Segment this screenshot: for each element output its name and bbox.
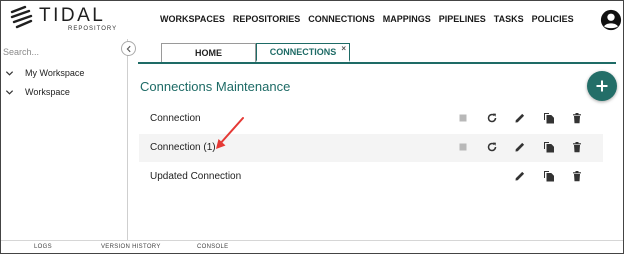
nav-repositories[interactable]: REPOSITORIES xyxy=(233,13,300,25)
refresh-icon[interactable] xyxy=(486,112,498,124)
main-nav: WORKSPACES REPOSITORIES CONNECTIONS MAPP… xyxy=(160,13,582,25)
edit-icon[interactable] xyxy=(514,112,526,124)
copy-icon[interactable] xyxy=(543,141,555,153)
edit-icon[interactable] xyxy=(514,170,526,182)
app-window: TIDAL REPOSITORY WORKSPACES REPOSITORIES… xyxy=(0,0,624,254)
connection-row[interactable]: Updated Connection xyxy=(139,163,603,191)
copy-icon[interactable] xyxy=(543,170,555,182)
footer-tab-version-history[interactable]: VERSION HISTORY xyxy=(101,244,161,250)
footer-tab-console[interactable]: CONSOLE xyxy=(197,244,228,250)
nav-mappings[interactable]: MAPPINGS xyxy=(383,13,431,25)
tree-item-label: Workspace xyxy=(25,87,70,97)
chevron-left-icon xyxy=(126,45,131,52)
tab-label: HOME xyxy=(195,48,222,58)
tree-item-workspace[interactable]: Workspace xyxy=(5,85,70,99)
connection-name: Updated Connection xyxy=(150,171,242,182)
tab-label: CONNECTIONS xyxy=(269,47,337,57)
bottom-panel-bar: LOGS VERSION HISTORY CONSOLE xyxy=(1,240,623,253)
nav-connections[interactable]: CONNECTIONS xyxy=(308,13,375,25)
delete-icon[interactable] xyxy=(571,170,583,182)
tab-close-icon[interactable]: × xyxy=(341,44,346,53)
brand-name: TIDAL xyxy=(39,5,106,26)
copy-icon[interactable] xyxy=(543,112,555,124)
annotation-arrow-icon xyxy=(216,117,244,149)
footer-tab-logs[interactable]: LOGS xyxy=(34,244,52,250)
nav-workspaces[interactable]: WORKSPACES xyxy=(160,13,225,25)
add-connection-button[interactable] xyxy=(587,71,617,101)
top-header: TIDAL REPOSITORY WORKSPACES REPOSITORIES… xyxy=(1,1,623,37)
nav-pipelines[interactable]: PIPELINES xyxy=(439,13,486,25)
chevron-down-icon xyxy=(5,70,14,76)
refresh-icon[interactable] xyxy=(486,141,498,153)
brand-logo[interactable]: TIDAL REPOSITORY xyxy=(9,5,116,35)
connection-name: Connection (1) xyxy=(150,142,216,153)
tree-item-label: My Workspace xyxy=(25,68,85,78)
edit-icon[interactable] xyxy=(514,141,526,153)
connection-name: Connection xyxy=(150,113,201,124)
tidal-logo-icon xyxy=(10,5,33,29)
connection-row[interactable]: Connection (1) xyxy=(139,134,603,162)
search-input[interactable] xyxy=(3,45,113,59)
connection-row[interactable]: Connection xyxy=(139,105,603,133)
plus-icon xyxy=(596,80,608,92)
collapse-sidebar-button[interactable] xyxy=(121,41,136,56)
tab-underline xyxy=(138,62,616,64)
tab-connections[interactable]: CONNECTIONS × xyxy=(256,43,350,62)
page-title: Connections Maintenance xyxy=(140,79,291,94)
nav-tasks[interactable]: TASKS xyxy=(494,13,524,25)
stop-icon[interactable] xyxy=(457,141,469,153)
tab-bar: HOME CONNECTIONS × xyxy=(138,43,616,63)
delete-icon[interactable] xyxy=(571,141,583,153)
tree-item-my-workspace[interactable]: My Workspace xyxy=(5,66,84,80)
stop-icon[interactable] xyxy=(457,112,469,124)
sidebar: My Workspace Workspace xyxy=(1,39,128,240)
brand-subtitle: REPOSITORY xyxy=(68,26,118,32)
chevron-down-icon xyxy=(5,89,14,95)
nav-policies[interactable]: POLICIES xyxy=(532,13,574,25)
tab-home[interactable]: HOME xyxy=(161,43,256,62)
account-icon[interactable] xyxy=(600,9,622,31)
delete-icon[interactable] xyxy=(571,112,583,124)
